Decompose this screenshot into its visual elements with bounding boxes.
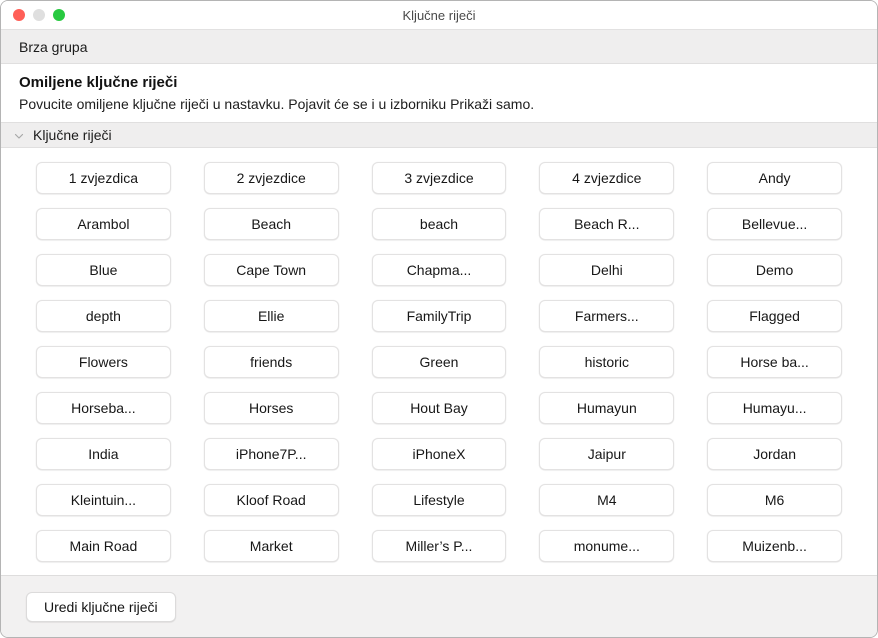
keyword-button[interactable]: Blue	[36, 254, 171, 286]
keyword-button[interactable]: Cape Town	[203, 254, 339, 286]
keyword-button[interactable]: Market	[203, 530, 339, 562]
keyword-button[interactable]: Flagged	[707, 300, 842, 332]
keyword-button[interactable]: Kloof Road	[203, 484, 339, 516]
keyword-button[interactable]: Farmers...	[539, 300, 675, 332]
window-footer: Uredi ključne riječi	[1, 575, 877, 637]
window-titlebar: Ključne riječi	[1, 1, 877, 30]
keyword-button[interactable]: iPhoneX	[371, 438, 507, 470]
keyword-button[interactable]: FamilyTrip	[371, 300, 507, 332]
window-title: Ključne riječi	[402, 7, 476, 23]
favorite-keywords-title: Omiljene ključne riječi	[19, 74, 178, 91]
chevron-down-icon[interactable]	[13, 129, 25, 141]
keywords-grid: 1 zvjezdica 2 zvjezdice 3 zvjezdice 4 zvjez…	[1, 148, 877, 572]
keyword-button[interactable]: Humayun	[539, 392, 675, 424]
traffic-light-group	[1, 9, 65, 21]
keyword-button[interactable]: monume...	[539, 530, 675, 562]
keyword-button[interactable]: Hout Bay	[371, 392, 507, 424]
keywords-window: Ključne riječi Brza grupa Omiljene ključ…	[0, 0, 878, 638]
keyword-button[interactable]: iPhone7P...	[203, 438, 339, 470]
keyword-button[interactable]: Beach R...	[539, 208, 675, 240]
keyword-button[interactable]: Andy	[707, 162, 842, 194]
favorite-keywords-description: Povucite omiljene ključne riječi u nasta…	[19, 96, 535, 112]
keyword-button[interactable]: Arambol	[36, 208, 171, 240]
keyword-button[interactable]: Muizenb...	[707, 530, 842, 562]
keyword-button[interactable]: Horses	[203, 392, 339, 424]
keyword-button[interactable]: Jordan	[707, 438, 842, 470]
keyword-button[interactable]: Humayu...	[707, 392, 842, 424]
keyword-button[interactable]: Green	[371, 346, 507, 378]
keyword-button[interactable]: 3 zvjezdice	[371, 162, 507, 194]
keywords-scroll-area[interactable]: 1 zvjezdica 2 zvjezdice 3 zvjezdice 4 zvjez…	[1, 148, 877, 575]
favorite-keywords-dropzone[interactable]: Omiljene ključne riječi Povucite omiljen…	[1, 64, 877, 122]
keyword-button[interactable]: Delhi	[539, 254, 675, 286]
keyword-button[interactable]: historic	[539, 346, 675, 378]
keyword-button[interactable]: Kleintuin...	[36, 484, 171, 516]
keywords-section-header[interactable]: Ključne riječi	[1, 122, 877, 148]
close-window-button[interactable]	[13, 9, 25, 21]
keyword-button[interactable]: Horseba...	[36, 392, 171, 424]
keyword-button[interactable]: Main Road	[36, 530, 171, 562]
keyword-button[interactable]: Horse ba...	[707, 346, 842, 378]
keyword-button[interactable]: M4	[539, 484, 675, 516]
keyword-button[interactable]: 2 zvjezdice	[203, 162, 339, 194]
quick-group-bar: Brza grupa	[1, 30, 877, 64]
keyword-button[interactable]: beach	[371, 208, 507, 240]
keyword-button[interactable]: Bellevue...	[707, 208, 842, 240]
keyword-button[interactable]: 1 zvjezdica	[36, 162, 171, 194]
keyword-button[interactable]: Ellie	[203, 300, 339, 332]
keyword-button[interactable]: M6	[707, 484, 842, 516]
edit-keywords-button[interactable]: Uredi ključne riječi	[26, 591, 176, 622]
zoom-window-button[interactable]	[53, 9, 65, 21]
keyword-button[interactable]: Demo	[707, 254, 842, 286]
keyword-button[interactable]: friends	[203, 346, 339, 378]
keyword-button[interactable]: Chapma...	[371, 254, 507, 286]
minimize-window-button[interactable]	[33, 9, 45, 21]
keyword-button[interactable]: Lifestyle	[371, 484, 507, 516]
keyword-button[interactable]: Miller’s P...	[371, 530, 507, 562]
keyword-button[interactable]: 4 zvjezdice	[539, 162, 675, 194]
keywords-section-title: Ključne riječi	[33, 127, 112, 143]
keyword-button[interactable]: Flowers	[36, 346, 171, 378]
quick-group-label: Brza grupa	[19, 38, 88, 55]
keyword-button[interactable]: Beach	[203, 208, 339, 240]
keyword-button[interactable]: India	[36, 438, 171, 470]
keyword-button[interactable]: Jaipur	[539, 438, 675, 470]
keyword-button[interactable]: depth	[36, 300, 171, 332]
